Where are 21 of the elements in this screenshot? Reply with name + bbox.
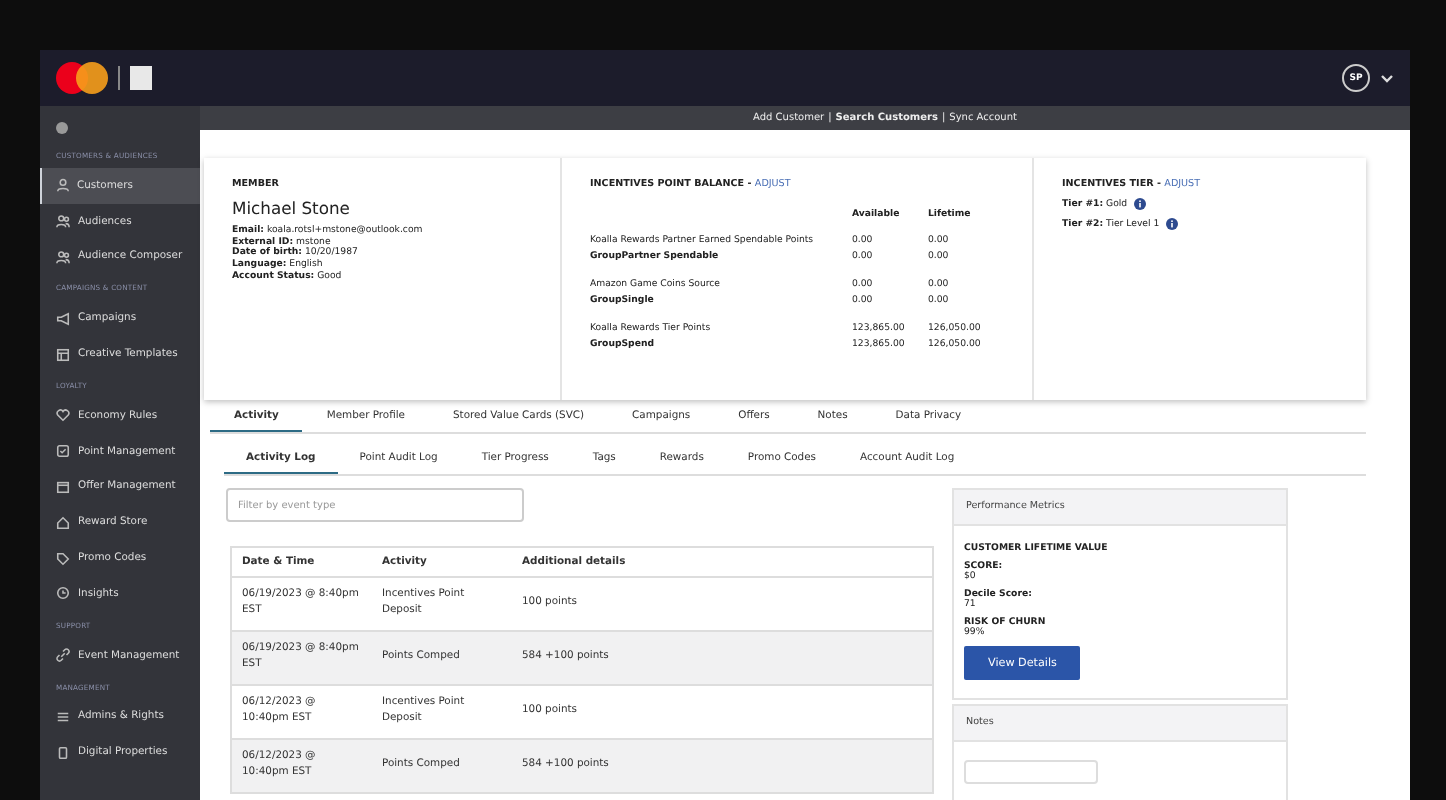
template-icon (56, 347, 70, 362)
info-icon[interactable] (1165, 218, 1178, 230)
logo-icon (56, 62, 108, 94)
heart-icon (56, 408, 70, 423)
clock-icon (56, 586, 70, 601)
list-icon (56, 709, 70, 724)
store-icon (56, 515, 70, 530)
member-name: Michael Stone (232, 198, 352, 218)
person-icon (55, 178, 69, 193)
notes-field[interactable] (964, 760, 1098, 784)
megaphone-icon (56, 311, 70, 326)
people-icon (56, 249, 70, 264)
partner-logo-icon (130, 66, 152, 90)
tag-icon (56, 551, 70, 566)
info-icon[interactable] (1133, 198, 1146, 210)
link-icon (56, 648, 70, 663)
checklist-icon (56, 444, 70, 459)
chevron-down-icon[interactable] (1380, 73, 1394, 83)
calendar-icon (56, 479, 70, 494)
device-icon (56, 745, 70, 760)
people-icon (56, 214, 70, 229)
